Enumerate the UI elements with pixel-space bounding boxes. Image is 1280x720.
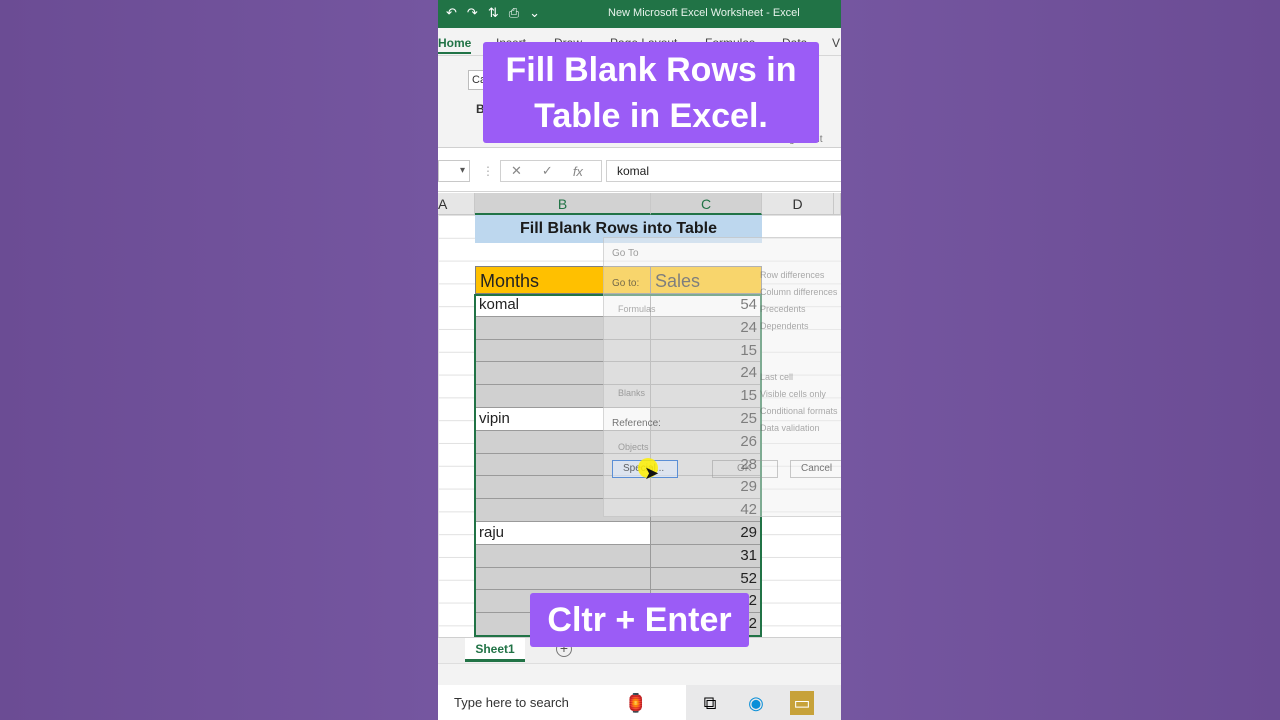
background-left — [0, 0, 438, 720]
sheet-tab-sheet1[interactable]: Sheet1 — [465, 638, 525, 662]
shortcut-overlay-banner: Cltr + Enter — [530, 593, 749, 647]
status-bar — [438, 663, 841, 685]
sales-cell[interactable]: 29 — [651, 522, 762, 545]
enter-icon[interactable]: ✓ — [542, 163, 553, 179]
undo-icon[interactable]: ↶ — [446, 5, 457, 21]
cancel-icon[interactable]: ✕ — [511, 163, 522, 179]
edge-browser-icon[interactable]: ◉ — [744, 691, 768, 715]
dialog-option[interactable]: Precedents — [760, 304, 806, 314]
mouse-pointer-icon: ➤ — [644, 463, 660, 483]
dialog-option[interactable]: Visible cells only — [760, 389, 826, 399]
dialog-option[interactable]: Formulas — [618, 304, 656, 314]
dialog-option[interactable]: Blanks — [618, 388, 645, 398]
formula-bar: ▾ ⋮ ✕ ✓ fx komal — [438, 148, 841, 192]
months-cell[interactable]: raju — [475, 522, 651, 545]
quick-access-toolbar: ↶ ↷ ⇅ ⎙ ⌄ — [446, 5, 540, 21]
formula-bar-grip-icon: ⋮ — [482, 164, 494, 178]
task-view-icon[interactable]: ⧉ — [698, 691, 722, 715]
dialog-option[interactable]: Column differences — [760, 287, 837, 297]
months-cell[interactable] — [475, 544, 651, 568]
column-header-c[interactable]: C — [651, 193, 762, 215]
dialog-title: Go To — [612, 248, 639, 259]
name-box-dropdown[interactable]: ▾ — [438, 160, 470, 182]
title-overlay-banner: Fill Blank Rows in Table in Excel. — [483, 42, 819, 143]
insert-function-icon[interactable]: fx — [573, 164, 583, 179]
months-cell[interactable] — [475, 567, 651, 591]
windows-taskbar: Type here to search 🏮 ⧉ ◉ ▭ — [438, 685, 841, 720]
excel-screen: ↶ ↷ ⇅ ⎙ ⌄ New Microsoft Excel Worksheet … — [438, 0, 841, 720]
print-icon[interactable]: ⎙ — [509, 5, 519, 21]
title-line-1: Fill Blank Rows in — [505, 51, 797, 89]
dialog-option[interactable]: Row differences — [760, 270, 824, 280]
goto-label: Go to: — [612, 278, 640, 289]
customize-icon[interactable]: ⌄ — [529, 5, 540, 21]
column-header-a[interactable]: A — [438, 193, 475, 215]
title-bar: ↶ ↷ ⇅ ⎙ ⌄ New Microsoft Excel Worksheet … — [438, 0, 841, 28]
title-line-2: Table in Excel. — [534, 97, 768, 135]
tab-home[interactable]: Home — [438, 36, 472, 54]
taskbar-extra-icon[interactable] — [834, 691, 841, 715]
goto-dialog-ghost: Go To Go to: Formulas Blanks Objects Row… — [603, 237, 841, 517]
dialog-option[interactable]: Conditional formats — [760, 406, 838, 416]
formula-input[interactable]: komal — [606, 160, 841, 182]
lantern-decoration-icon: 🏮 — [624, 693, 648, 713]
dialog-option[interactable]: Objects — [618, 442, 649, 452]
background-right — [841, 0, 1280, 720]
taskbar-search-box[interactable]: Type here to search — [438, 685, 686, 720]
column-header-d[interactable]: D — [762, 193, 834, 215]
column-header-b[interactable]: B — [475, 193, 651, 215]
dialog-option[interactable]: Last cell — [760, 372, 793, 382]
dialog-option[interactable]: Data validation — [760, 423, 820, 433]
file-explorer-icon[interactable]: ▭ — [790, 691, 814, 715]
cancel-button[interactable]: Cancel — [790, 460, 841, 478]
ok-button[interactable]: OK — [712, 460, 778, 478]
tab-view[interactable]: V — [832, 36, 840, 50]
sales-cell[interactable]: 31 — [651, 544, 762, 568]
sort-icon[interactable]: ⇅ — [488, 5, 499, 21]
window-title: New Microsoft Excel Worksheet - Excel — [608, 7, 800, 19]
formula-buttons: ✕ ✓ fx — [500, 160, 602, 182]
column-header-e[interactable] — [834, 193, 841, 215]
dialog-option[interactable]: Dependents — [760, 321, 809, 331]
sales-cell[interactable]: 52 — [651, 567, 762, 591]
redo-icon[interactable]: ↷ — [467, 5, 478, 21]
reference-label: Reference: — [612, 418, 661, 429]
